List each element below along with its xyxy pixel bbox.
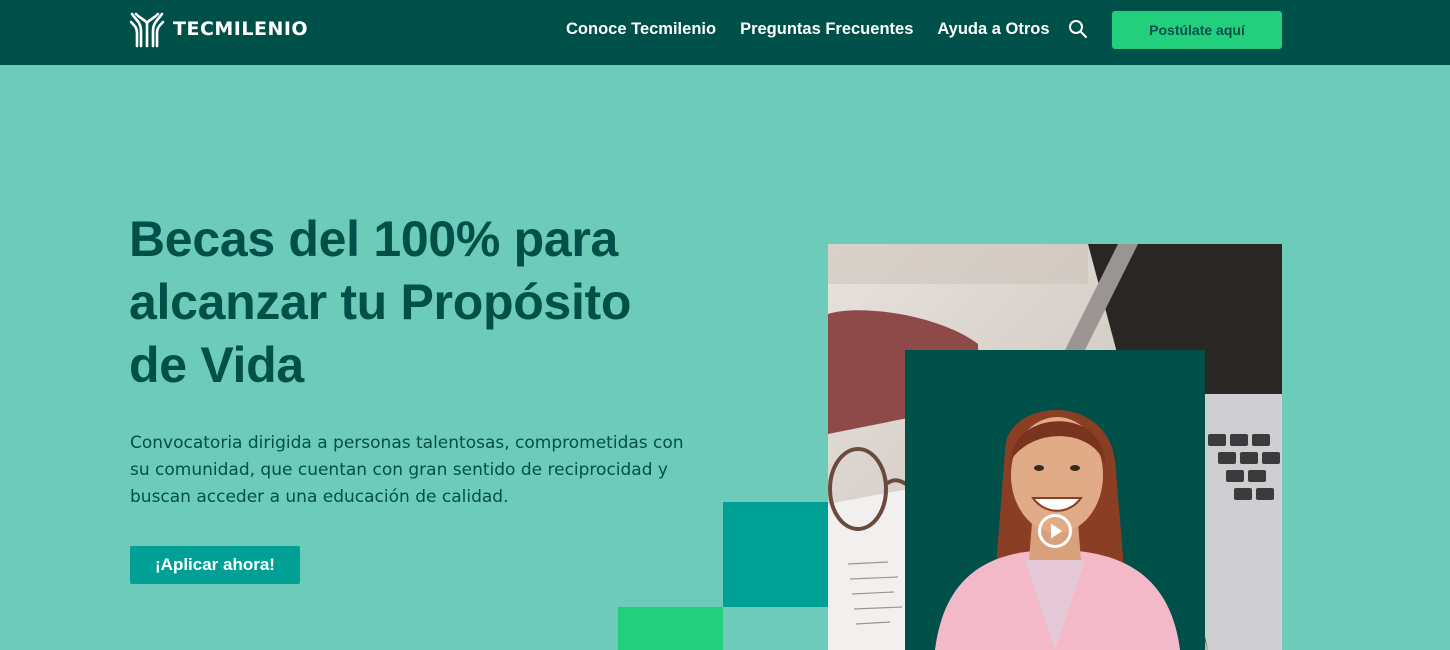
brand-name: TECMILENIO: [173, 18, 309, 40]
brand-logo[interactable]: TECMILENIO: [129, 10, 308, 48]
main-nav: Conoce Tecmilenio Preguntas Frecuentes A…: [566, 0, 1074, 58]
hero-title: Becas del 100% para alcanzar tu Propósit…: [129, 211, 632, 393]
testimonial-video-card[interactable]: [905, 350, 1205, 650]
postulate-aqui-button[interactable]: Postúlate aquí: [1112, 11, 1282, 49]
aplicar-ahora-button[interactable]: ¡Aplicar ahora!: [130, 546, 300, 584]
nav-link-conoce-tecmilenio[interactable]: Conoce Tecmilenio: [566, 20, 716, 39]
decorative-square-green: [618, 607, 723, 650]
decorative-square-teal: [723, 502, 828, 607]
student-portrait: [935, 410, 1180, 650]
hero-description: Convocatoria dirigida a personas talento…: [130, 433, 684, 507]
search-button[interactable]: [1068, 19, 1088, 39]
play-icon: [1038, 514, 1072, 548]
site-header: TECMILENIO Conoce Tecmilenio Preguntas F…: [0, 0, 1450, 65]
nav-link-ayuda-a-otros[interactable]: Ayuda a Otros: [937, 20, 1049, 39]
search-icon: [1069, 20, 1087, 38]
nav-link-preguntas-frecuentes[interactable]: Preguntas Frecuentes: [740, 20, 913, 39]
play-video-button[interactable]: [1037, 513, 1073, 549]
tecmilenio-logo-icon: [129, 12, 165, 47]
